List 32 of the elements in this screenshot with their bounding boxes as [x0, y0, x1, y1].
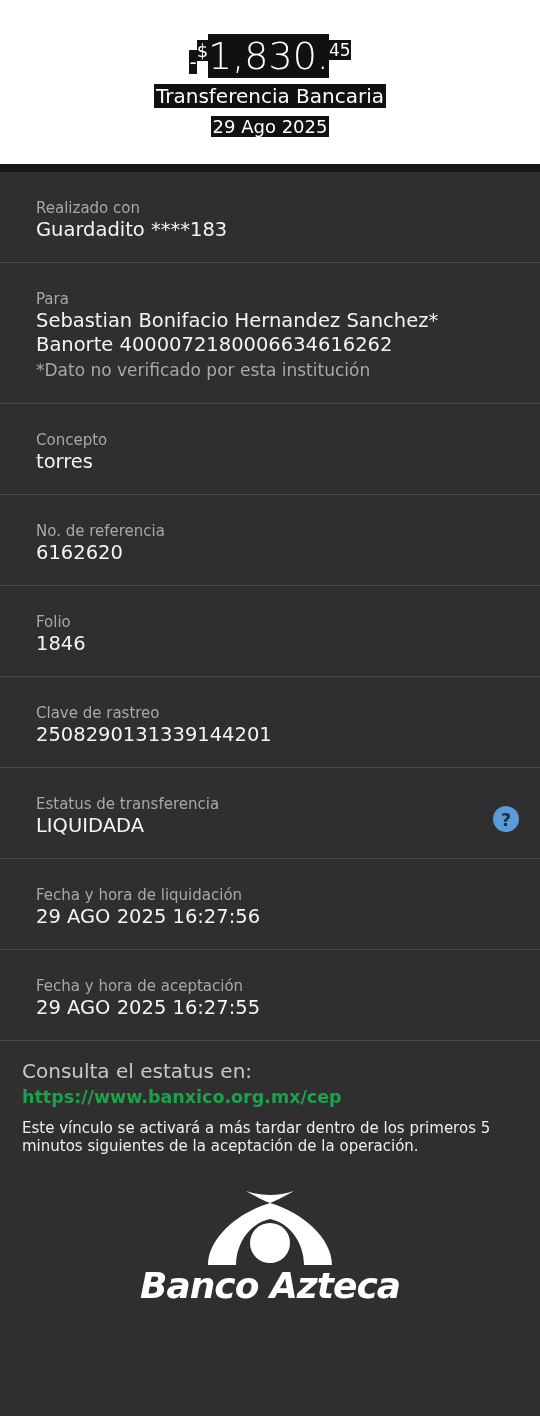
field-value: 1846 — [36, 632, 87, 656]
amount: 1,830. — [208, 34, 329, 78]
field-value: LIQUIDADA — [36, 814, 145, 838]
link-notice: Este vínculo se activará a más tardar dentro de los primeros 5 minutos siguientes de la aceptación de la operación. — [22, 1119, 492, 1155]
amount-sign: - — [189, 50, 197, 74]
transaction-type: Transferencia Bancaria — [153, 84, 387, 108]
field-value: torres — [36, 450, 94, 474]
currency-symbol: $ — [196, 40, 209, 61]
brand-name: Banco Azteca — [139, 1265, 400, 1306]
field-label: Concepto — [36, 430, 109, 450]
field-label: Realizado con — [36, 198, 141, 218]
field-label: Fecha y hora de aceptación — [36, 976, 245, 996]
field-value: 29 AGO 2025 16:27:55 — [36, 996, 262, 1020]
field-value: 29 AGO 2025 16:27:56 — [36, 905, 262, 929]
eye-logo-icon — [206, 1191, 334, 1267]
field-label: Fecha y hora de liquidación — [36, 885, 244, 905]
status-heading: Consulta el estatus en: — [22, 1059, 254, 1083]
field-label: Folio — [36, 612, 72, 632]
field-value: Sebastian Bonifacio Hernandez Sanchez* — [36, 309, 440, 333]
status-link[interactable]: https://www.banxico.org.mx/cep — [22, 1087, 342, 1107]
field-value: Banorte 4000072180006634616262 — [36, 333, 394, 357]
field-value: 6162620 — [36, 541, 124, 565]
help-icon[interactable]: ? — [493, 806, 519, 832]
amount-cents: 45 — [328, 40, 351, 60]
field-value: Guardadito ****183 — [36, 218, 229, 242]
field-label: Clave de rastreo — [36, 703, 161, 723]
field-note: *Dato no verificado por esta institución — [36, 359, 372, 382]
transaction-date: 29 Ago 2025 — [210, 116, 330, 137]
field-label: No. de referencia — [36, 521, 166, 541]
field-value: 2508290131339144201 — [36, 723, 273, 747]
field-label: Para — [36, 289, 70, 309]
field-label: Estatus de transferencia — [36, 794, 221, 814]
